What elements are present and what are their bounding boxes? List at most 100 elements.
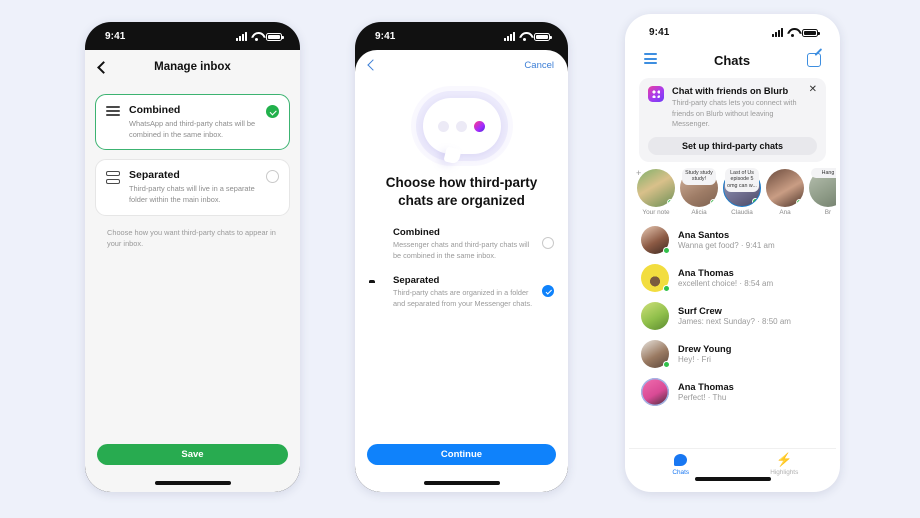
chat-name: Drew Young xyxy=(678,344,732,355)
battery-icon xyxy=(266,32,284,41)
status-icons xyxy=(772,27,820,37)
chat-bubble-illustration xyxy=(422,98,501,154)
phone1-screen: Manage inbox Combined WhatsApp and third… xyxy=(85,50,300,492)
banner-description: Third-party chats lets you connect with … xyxy=(672,98,797,129)
chat-row[interactable]: Ana Santos Wanna get food? · 9:41 am xyxy=(629,221,836,259)
setup-third-party-chats-button[interactable]: Set up third-party chats xyxy=(648,136,817,155)
phone3-screen: 9:41 Chats ✕ Chat with friends on Blurb xyxy=(629,18,836,488)
option-description: Third-party chats will live in a separat… xyxy=(129,184,255,205)
chat-bubble-icon xyxy=(674,453,688,466)
tab-label: Highlights xyxy=(770,469,799,476)
chevron-left-icon[interactable] xyxy=(367,59,379,71)
save-button[interactable]: Save xyxy=(97,444,288,465)
story-item[interactable]: Study study study! Alicia xyxy=(680,167,718,216)
tab-highlights[interactable]: ⚡ Highlights xyxy=(733,449,837,488)
avatar xyxy=(641,302,669,331)
home-indicator xyxy=(423,481,500,485)
lines-icon xyxy=(106,104,120,140)
radio-separated[interactable] xyxy=(542,284,554,297)
signal-icon xyxy=(772,27,783,37)
home-indicator xyxy=(694,477,771,481)
story-label: Your note xyxy=(642,209,670,217)
navigation-bar: Manage inbox xyxy=(85,50,300,84)
option-combined[interactable]: Combined WhatsApp and third-party chats … xyxy=(95,94,290,151)
option-description: WhatsApp and third-party chats will be c… xyxy=(129,119,256,139)
chat-preview: Wanna get food? · 9:41 am xyxy=(678,241,775,251)
chat-preview: Perfect! · Thu xyxy=(678,393,727,403)
online-badge xyxy=(752,197,759,205)
chat-preview: Hey! · Fri xyxy=(678,355,711,365)
cancel-button[interactable]: Cancel xyxy=(524,60,554,71)
story-item[interactable]: Ana xyxy=(766,168,804,217)
option-title: Combined xyxy=(129,104,181,116)
option-description: Third-party chats are organized in a fol… xyxy=(393,287,533,308)
continue-button[interactable]: Continue xyxy=(367,444,556,465)
option-title: Separated xyxy=(129,169,180,182)
phone2-screen: Cancel Choose how third-party chats are … xyxy=(355,50,568,492)
online-badge xyxy=(796,198,803,206)
organization-options: Combined Messenger chats and third-party… xyxy=(355,209,568,310)
story-label: Br xyxy=(824,209,832,217)
option-separated[interactable]: Separated Third-party chats will live in… xyxy=(95,159,290,216)
avatar xyxy=(641,340,670,369)
chat-preview: James: next Sunday? · 8:50 am xyxy=(678,317,791,327)
chat-row[interactable]: Drew Young Hey! · Fri xyxy=(629,335,836,373)
avatar xyxy=(641,226,670,255)
wifi-icon xyxy=(519,32,530,41)
radio-combined[interactable] xyxy=(542,237,554,250)
chat-list: Ana Santos Wanna get food? · 9:41 am Ana… xyxy=(629,219,836,411)
option-title: Combined xyxy=(393,227,440,239)
hamburger-icon[interactable] xyxy=(644,53,657,67)
status-bar: 9:41 xyxy=(355,22,568,50)
chat-preview: excellent choice! · 8:54 am xyxy=(678,279,774,289)
avatar xyxy=(641,378,669,407)
compose-icon[interactable] xyxy=(807,53,821,67)
story-item[interactable]: Hang Br xyxy=(809,167,836,217)
navigation-bar: Cancel xyxy=(355,50,568,80)
chat-name: Ana Thomas xyxy=(678,268,734,279)
status-bar: 9:41 xyxy=(629,18,836,46)
chat-name: Ana Thomas xyxy=(678,382,734,393)
status-icons xyxy=(236,31,284,41)
story-label: Ana xyxy=(779,209,791,217)
tab-label: Chats xyxy=(672,468,690,476)
chat-row[interactable]: Ana Thomas excellent choice! · 8:54 am xyxy=(629,259,836,297)
signal-icon xyxy=(236,31,247,41)
phone-chats-list: 9:41 Chats ✕ Chat with friends on Blurb xyxy=(625,14,840,492)
navigation-bar: Chats xyxy=(629,46,836,74)
home-indicator xyxy=(154,481,231,485)
radio-combined[interactable] xyxy=(266,105,279,118)
tab-chats[interactable]: Chats xyxy=(629,449,733,488)
story-label: Claudia xyxy=(731,209,753,217)
avatar xyxy=(641,264,670,293)
page-heading: Choose how third-party chats are organiz… xyxy=(385,175,538,208)
signal-icon xyxy=(504,31,515,41)
story-note: Hang xyxy=(811,167,836,179)
battery-icon xyxy=(534,32,552,41)
option-separated[interactable]: Separated Third-party chats are organize… xyxy=(369,275,554,310)
bubble-dot-2 xyxy=(456,120,467,132)
page-title: Manage inbox xyxy=(154,61,231,73)
online-badge xyxy=(663,247,670,255)
status-time: 9:41 xyxy=(105,30,126,42)
close-icon[interactable]: ✕ xyxy=(809,85,817,95)
battery-icon xyxy=(802,28,820,37)
chat-row[interactable]: Ana Thomas Perfect! · Thu xyxy=(629,373,836,411)
option-description: Messenger chats and third-party chats wi… xyxy=(393,240,530,261)
online-badge xyxy=(710,198,717,206)
illustration-area xyxy=(355,80,568,172)
story-note: Last of Us episode 5 omg can w... xyxy=(725,167,759,192)
bubble-dot-3 xyxy=(474,120,485,132)
option-combined[interactable]: Combined Messenger chats and third-party… xyxy=(369,227,554,262)
third-party-banner: ✕ Chat with friends on Blurb Third-party… xyxy=(639,78,826,162)
story-item[interactable]: Last of Us episode 5 omg can w... Claudi… xyxy=(723,167,761,217)
blurb-app-icon xyxy=(648,86,664,102)
chat-row[interactable]: Surf Crew James: next Sunday? · 8:50 am xyxy=(629,297,836,335)
banner-title: Chat with friends on Blurb xyxy=(672,86,789,96)
options-footnote: Choose how you want third-party chats to… xyxy=(107,227,276,249)
add-story-icon[interactable]: + xyxy=(636,168,641,178)
bottom-tab-bar: Chats ⚡ Highlights xyxy=(629,448,836,488)
status-time: 9:41 xyxy=(649,26,670,38)
status-icons xyxy=(504,31,552,41)
story-item[interactable]: + Your note xyxy=(636,168,675,217)
